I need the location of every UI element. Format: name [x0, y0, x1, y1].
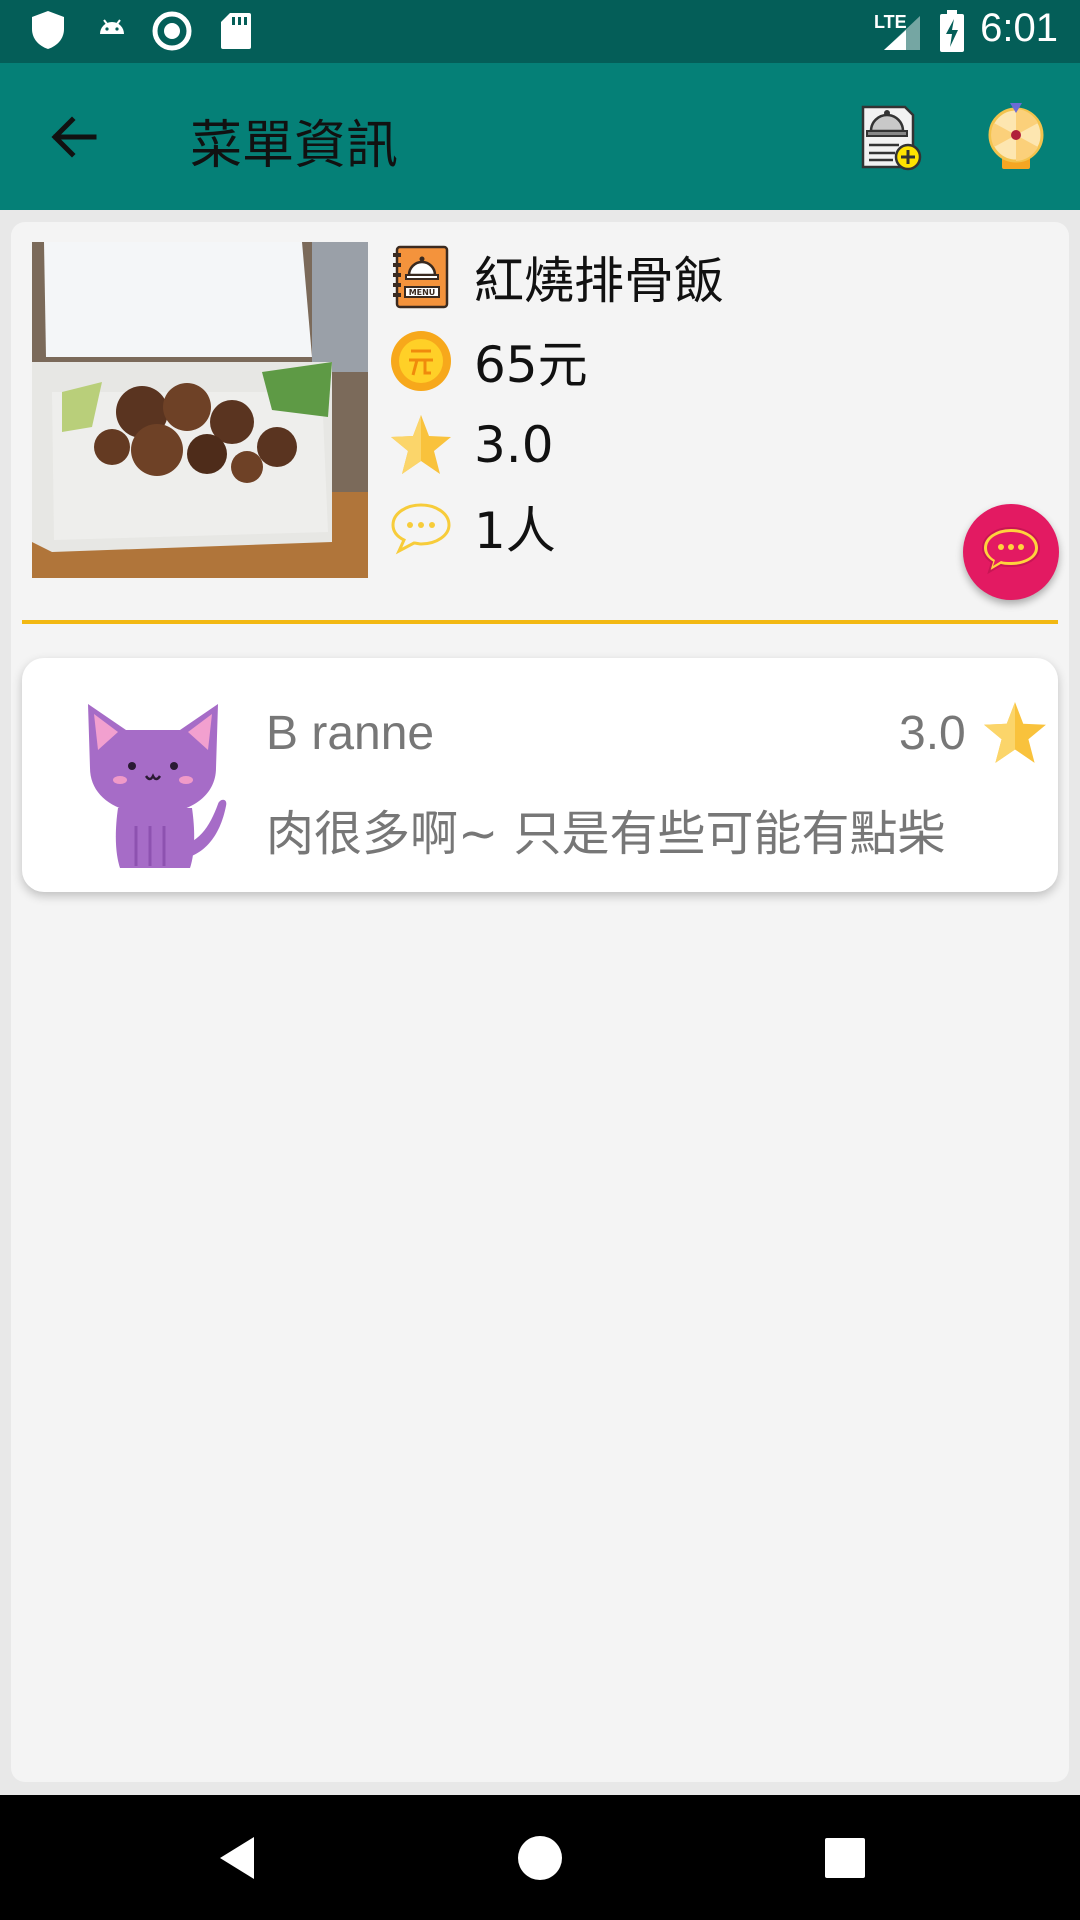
app-bar: 菜單資訊 — [0, 63, 1080, 210]
dish-rating: 3.0 — [474, 416, 554, 474]
review-count: 1人 — [474, 502, 556, 560]
review-count-row: 1人 — [389, 492, 556, 562]
menu-book-icon: MENU — [393, 245, 449, 309]
lucky-wheel-icon[interactable] — [980, 101, 1052, 173]
sync-icon — [152, 11, 192, 51]
dish-price: 65元 — [474, 336, 588, 394]
svg-text:MENU: MENU — [409, 288, 436, 297]
android-icon — [100, 19, 124, 34]
section-divider — [22, 620, 1058, 624]
review-comment: 肉很多啊~ 只是有些可能有點柴 — [266, 806, 946, 862]
star-icon — [391, 415, 451, 474]
back-arrow-icon[interactable] — [44, 107, 104, 167]
content-area: MENU 紅燒排骨飯 65元 3.0 1人 B ranne 3.0 肉很多啊~ … — [11, 222, 1069, 1782]
navigation-bar — [0, 1795, 1080, 1920]
page-title: 菜單資訊 — [190, 116, 399, 176]
recents-nav-icon[interactable] — [820, 1833, 870, 1883]
add-order-icon[interactable] — [855, 101, 927, 173]
add-comment-button[interactable] — [963, 504, 1059, 600]
clock: 6:01 — [980, 6, 1058, 50]
dish-photo — [32, 242, 368, 578]
shield-icon — [32, 11, 64, 49]
star-icon — [984, 702, 1046, 763]
yuan-coin-icon — [391, 331, 451, 391]
comment-icon — [391, 503, 451, 555]
back-nav-icon[interactable] — [212, 1833, 262, 1883]
home-nav-icon[interactable] — [515, 1833, 565, 1883]
dish-name: 紅燒排骨飯 — [474, 252, 724, 310]
chat-icon — [981, 526, 1041, 575]
sd-card-icon — [221, 13, 251, 49]
price-row: 65元 — [389, 326, 588, 396]
review-card: B ranne 3.0 肉很多啊~ 只是有些可能有點柴 — [22, 658, 1058, 892]
review-rating: 3.0 — [899, 707, 966, 760]
rating-row: 3.0 — [389, 410, 554, 480]
status-bar: LTE 6:01 — [0, 0, 1080, 63]
dish-name-row: MENU 紅燒排骨飯 — [389, 242, 724, 312]
cat-avatar — [88, 704, 227, 868]
reviewer-name: B ranne — [266, 707, 435, 760]
battery-charging-icon — [940, 10, 964, 52]
signal-icon — [884, 16, 920, 50]
